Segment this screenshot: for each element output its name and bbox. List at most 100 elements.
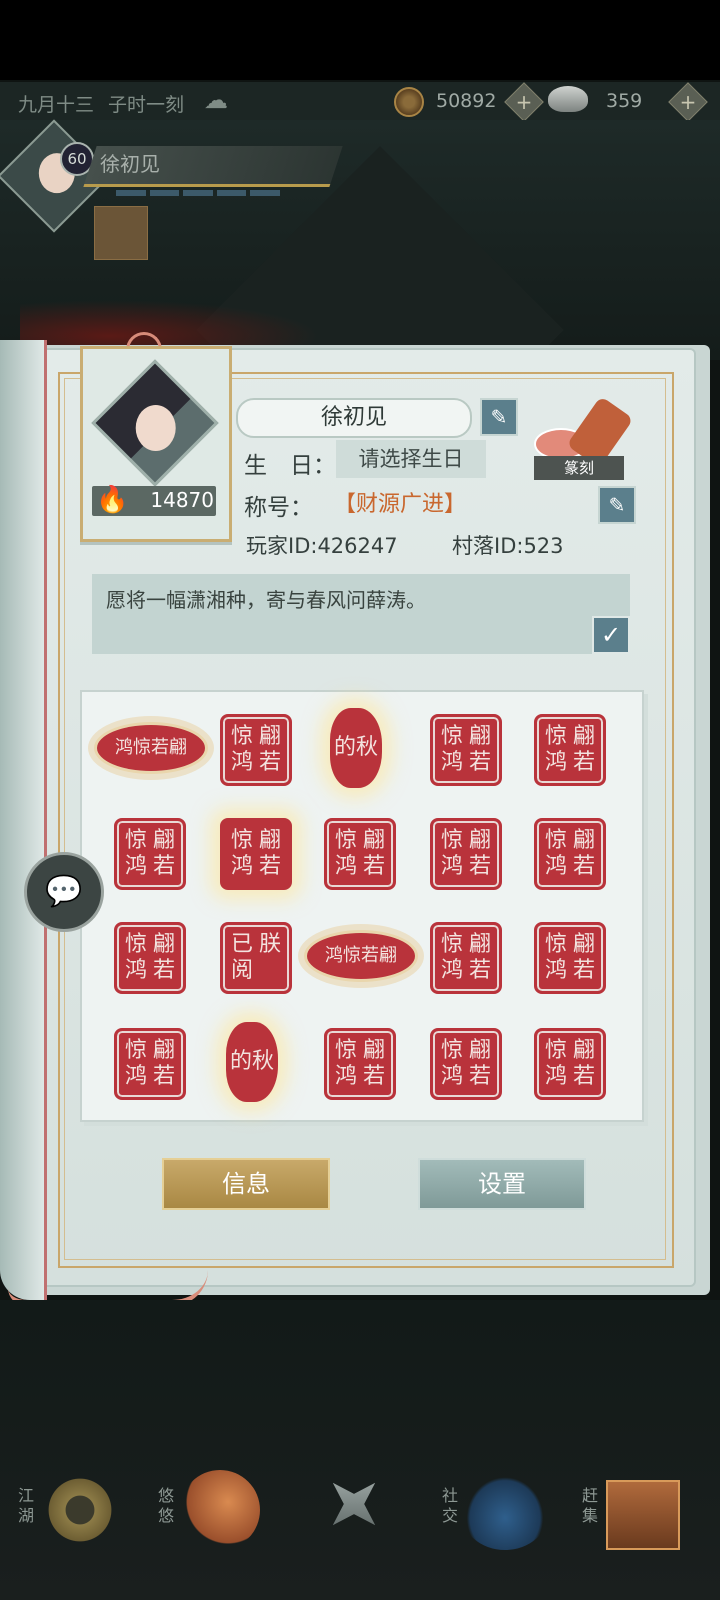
seal-item[interactable]: 鸿惊若翩 (94, 708, 208, 788)
seal-character: 惊 (334, 828, 357, 853)
seal-character: 翩 (258, 828, 281, 853)
seal-character: 若 (468, 750, 491, 775)
seal-character: 若 (572, 958, 595, 983)
edit-title-button[interactable]: ✎ (598, 486, 636, 524)
seal-item[interactable]: 惊翩鸿若 (424, 708, 504, 788)
seal-character: 惊 (230, 724, 253, 749)
buff-item-icon[interactable] (94, 206, 148, 260)
seal-character: 鸿 (440, 1064, 463, 1089)
seal-item[interactable]: 惊翩鸿若 (424, 1022, 504, 1102)
seal-character: 翩 (468, 828, 491, 853)
seal-character: 惊 (544, 828, 567, 853)
seal-oval: 鸿惊若翩 (304, 930, 418, 982)
chat-button[interactable]: 💬 (24, 852, 104, 932)
seal-character: 翩 (258, 724, 281, 749)
seal-item[interactable]: 惊翩鸿若 (214, 708, 294, 788)
seal-character: 若 (468, 854, 491, 879)
birthday-label: 生 日： (244, 453, 336, 479)
seal-character: 若 (468, 958, 491, 983)
seal-item[interactable]: 惊翩鸿若 (108, 812, 188, 892)
score-value: 14870 (150, 488, 214, 512)
seal-square: 惊翩鸿若 (534, 922, 606, 994)
seal-character: 鸿 (544, 750, 567, 775)
seal-character: 翩 (152, 828, 175, 853)
status-bar (0, 0, 720, 80)
seal-item[interactable]: 的秋 (318, 708, 398, 788)
seal-character: 翩 (362, 1038, 385, 1063)
seal-character: 鸿 (544, 854, 567, 879)
seal-character: 若 (572, 1064, 595, 1089)
seal-character: 翩 (468, 724, 491, 749)
seal-character: 若 (152, 854, 175, 879)
seal-character (256, 958, 284, 984)
seal-character: 阅 (230, 958, 253, 983)
seal-round: 的秋 (330, 708, 382, 788)
seal-character: 惊 (544, 1038, 567, 1063)
seal-character: 惊 (230, 828, 253, 853)
nav-social[interactable]: 社交 (430, 1450, 550, 1560)
seal-item[interactable]: 惊翩鸿若 (214, 812, 294, 892)
plus-icon: + (679, 90, 697, 114)
seal-square: 惊翩鸿若 (324, 1028, 396, 1100)
seal-item[interactable]: 惊翩鸿若 (318, 1022, 398, 1102)
seal-character: 若 (362, 1064, 385, 1089)
seal-character: 若 (572, 750, 595, 775)
seal-square: 惊翩鸿若 (534, 818, 606, 890)
seal-character: 惊 (334, 1038, 357, 1063)
seal-carving-button[interactable]: 篆刻 (528, 395, 634, 482)
seal-character: 若 (362, 854, 385, 879)
silver-count: 359 (606, 90, 643, 112)
seal-item[interactable]: 惊翩鸿若 (528, 1022, 608, 1102)
seal-character: 若 (152, 1064, 175, 1089)
birthday-selector[interactable]: 请选择生日 (336, 440, 486, 478)
player-name: 徐初见 (100, 152, 160, 176)
seal-character: 鸿 (440, 854, 463, 879)
nav-market[interactable]: 赶集 (570, 1450, 690, 1560)
seal-round: 的秋 (226, 1022, 278, 1102)
seal-square: 已朕阅 (220, 922, 292, 994)
seal-item[interactable]: 惊翩鸿若 (424, 812, 504, 892)
seal-character: 朕 (258, 932, 281, 957)
seal-item[interactable]: 惊翩鸿若 (108, 1022, 188, 1102)
nav-jianghu[interactable]: 江湖 (10, 1450, 130, 1560)
seal-oval: 鸿惊若翩 (94, 722, 208, 774)
seal-item[interactable]: 惊翩鸿若 (528, 812, 608, 892)
seal-square: 惊翩鸿若 (220, 818, 292, 890)
nav-youyou[interactable]: 悠悠 (150, 1450, 270, 1560)
info-button[interactable]: 信息 (162, 1158, 330, 1210)
silver-ingot-icon (548, 86, 588, 112)
seal-character: 已 (230, 932, 253, 957)
book-spine (0, 340, 47, 1300)
seal-item[interactable]: 已朕阅 (214, 916, 294, 996)
plus-icon: + (515, 90, 533, 114)
seal-square: 惊翩鸿若 (114, 1028, 186, 1100)
seal-square: 惊翩鸿若 (430, 1028, 502, 1100)
seal-item[interactable]: 惊翩鸿若 (528, 916, 608, 996)
seal-square: 惊翩鸿若 (534, 714, 606, 786)
edit-name-button[interactable]: ✎ (480, 398, 518, 436)
crane-icon (180, 1470, 260, 1550)
nav-home[interactable] (300, 1450, 420, 1560)
seal-character: 若 (258, 750, 281, 775)
confirm-signature-button[interactable]: ✓ (592, 616, 630, 654)
seal-item[interactable]: 惊翩鸿若 (424, 916, 504, 996)
seal-square: 惊翩鸿若 (430, 818, 502, 890)
nav-label-jianghu: 江湖 (17, 1486, 34, 1525)
pencil-icon: ✎ (490, 405, 508, 429)
flame-icon: 🔥 (96, 485, 129, 515)
seal-square: 惊翩鸿若 (324, 818, 396, 890)
jianghu-icon (40, 1470, 120, 1550)
seal-item[interactable]: 惊翩鸿若 (528, 708, 608, 788)
settings-button[interactable]: 设置 (418, 1158, 586, 1210)
seal-character: 翩 (572, 724, 595, 749)
seal-square: 惊翩鸿若 (114, 818, 186, 890)
profile-name: 徐初见 (320, 405, 387, 430)
seal-square: 惊翩鸿若 (430, 714, 502, 786)
seal-character: 惊 (544, 932, 567, 957)
seal-item[interactable]: 惊翩鸿若 (318, 812, 398, 892)
seal-item[interactable]: 鸿惊若翩 (304, 916, 418, 996)
seal-square: 惊翩鸿若 (430, 922, 502, 994)
seal-item[interactable]: 的秋 (214, 1022, 294, 1102)
seal-item[interactable]: 惊翩鸿若 (108, 916, 188, 996)
seal-character: 鸿 (124, 854, 147, 879)
